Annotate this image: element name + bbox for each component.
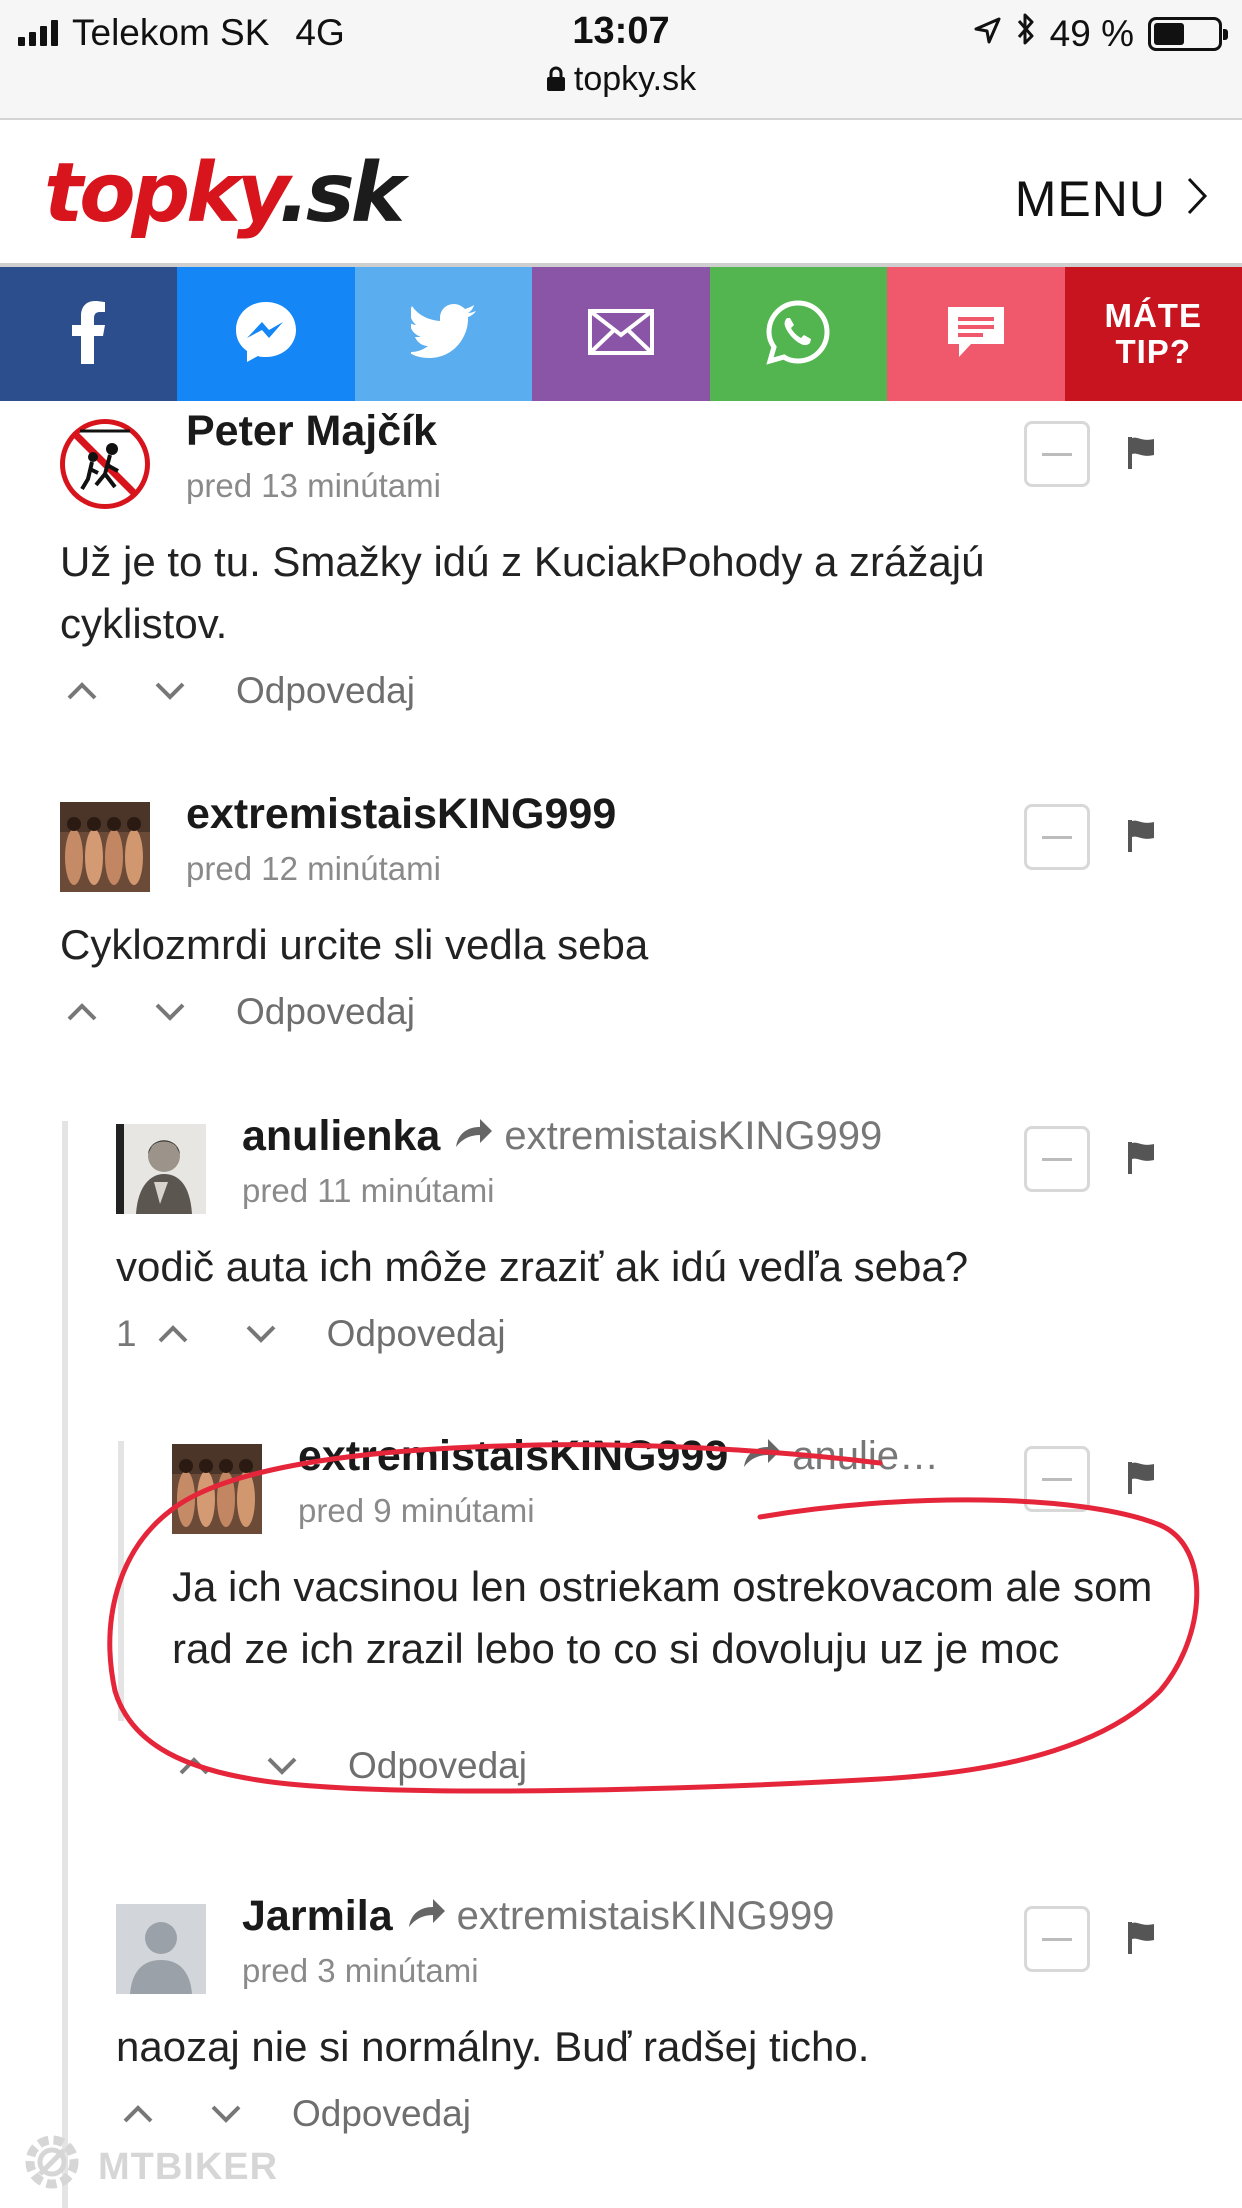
menu-button[interactable]: MENU bbox=[1015, 170, 1208, 228]
whatsapp-icon bbox=[765, 299, 831, 370]
menu-label: MENU bbox=[1014, 171, 1166, 227]
watermark: MTBIKER bbox=[18, 2128, 278, 2206]
facebook-icon bbox=[71, 300, 107, 369]
tip-line2: TIP? bbox=[1115, 333, 1191, 370]
logo-text-dark: .sk bbox=[278, 146, 405, 241]
gear-icon bbox=[18, 2128, 86, 2206]
share-email-button[interactable] bbox=[532, 267, 710, 401]
share-twitter-button[interactable] bbox=[354, 267, 533, 401]
comments-section: Peter Majčík pred 13 minútami Už je to t… bbox=[0, 401, 1242, 2208]
watermark-label: MTBIKER bbox=[98, 2145, 279, 2188]
chevron-right-icon bbox=[1186, 170, 1208, 228]
bluetooth-icon bbox=[1016, 12, 1036, 55]
location-icon bbox=[972, 13, 1002, 55]
status-bar: Telekom SK 4G 13:07 topky.sk 49 % bbox=[0, 0, 1242, 120]
comment-icon bbox=[945, 304, 1007, 365]
share-whatsapp-button[interactable] bbox=[709, 267, 888, 401]
annotation-circle bbox=[107, 1442, 1200, 1794]
comments-button[interactable] bbox=[887, 267, 1065, 401]
battery-icon bbox=[1148, 16, 1228, 51]
send-tip-button[interactable]: MÁTE TIP? bbox=[1064, 267, 1242, 401]
email-icon bbox=[587, 308, 654, 360]
twitter-icon bbox=[407, 303, 477, 365]
share-bar: MÁTE TIP? bbox=[0, 267, 1242, 401]
address-bar[interactable]: topky.sk bbox=[0, 60, 1242, 101]
site-header: topky.sk MENU bbox=[0, 122, 1242, 267]
url-label: topky.sk bbox=[573, 60, 697, 98]
share-facebook-button[interactable] bbox=[0, 267, 178, 401]
tip-line1: MÁTE bbox=[1104, 297, 1202, 334]
site-logo[interactable]: topky.sk bbox=[44, 146, 405, 241]
messenger-icon bbox=[233, 299, 299, 370]
lock-icon bbox=[546, 62, 566, 101]
share-messenger-button[interactable] bbox=[177, 267, 355, 401]
logo-text-red: topky bbox=[44, 146, 283, 241]
battery-percent: 49 % bbox=[1049, 12, 1134, 54]
status-right: 49 % bbox=[972, 12, 1228, 55]
